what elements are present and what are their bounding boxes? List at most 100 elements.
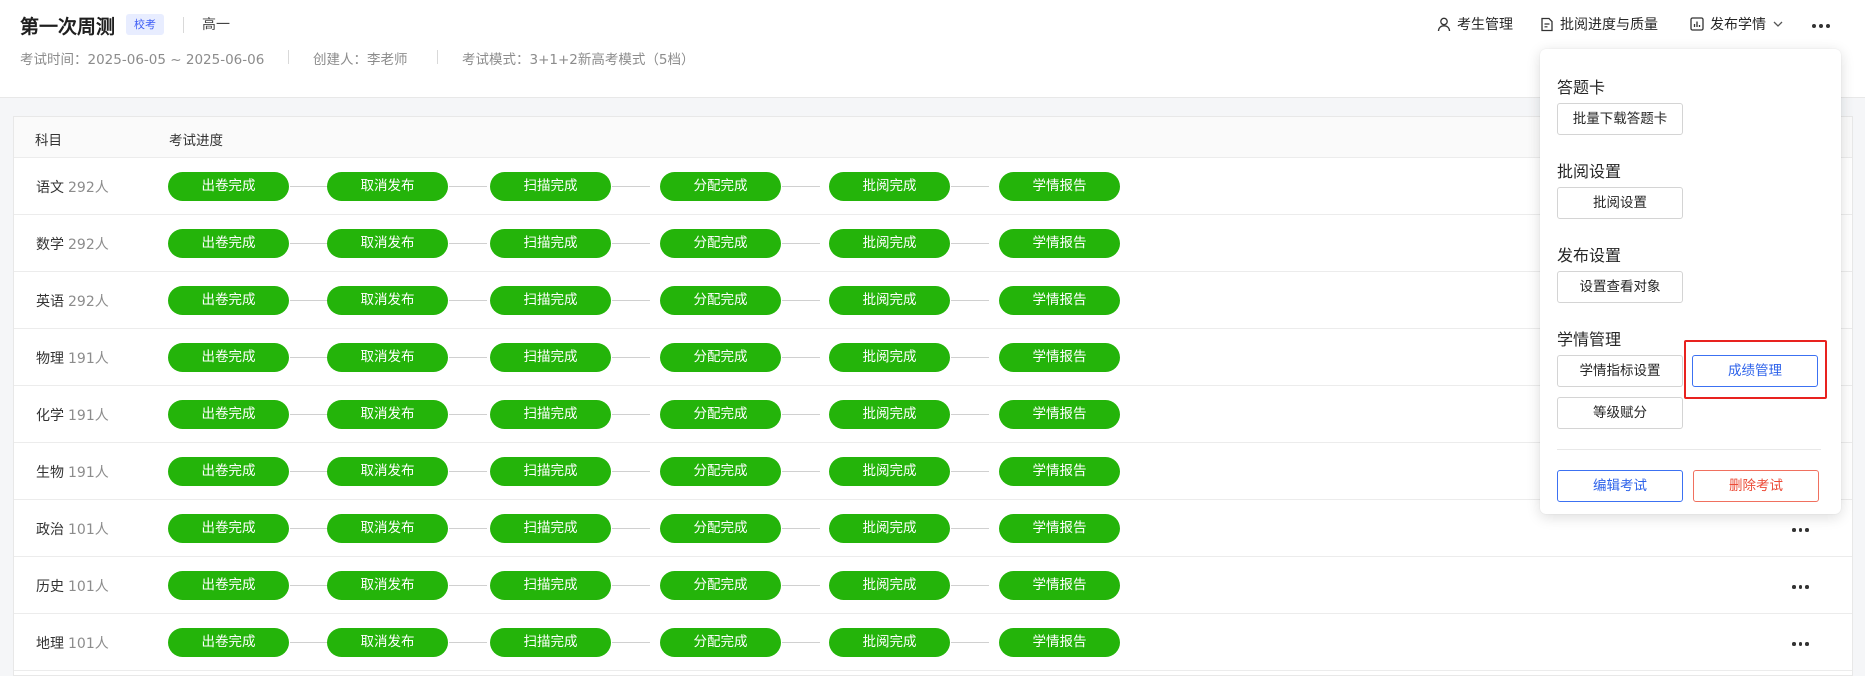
stage-connector [290, 642, 328, 643]
stage-connector [782, 186, 820, 187]
stage-status-pill[interactable]: 批阅完成 [829, 628, 950, 657]
stage-status-pill[interactable]: 学情报告 [999, 172, 1120, 201]
stage-status-pill[interactable]: 出卷完成 [168, 343, 289, 372]
stage-status-pill[interactable]: 取消发布 [327, 229, 448, 258]
subject-name: 历史 [36, 579, 64, 595]
stage-status-pill[interactable]: 学情报告 [999, 571, 1120, 600]
stage-connector [449, 186, 487, 187]
stage-status-pill[interactable]: 批阅完成 [829, 343, 950, 372]
stage-status-pill[interactable]: 批阅完成 [829, 514, 950, 543]
score-management-highlight [1684, 340, 1827, 399]
stage-status-pill[interactable]: 取消发布 [327, 628, 448, 657]
stage-status-pill[interactable]: 扫描完成 [490, 514, 611, 543]
stage-status-pill[interactable]: 出卷完成 [168, 229, 289, 258]
stage-status-pill[interactable]: 出卷完成 [168, 514, 289, 543]
stage-status-pill[interactable]: 分配完成 [660, 343, 781, 372]
review-progress-button[interactable]: 批阅进度与质量 [1540, 14, 1658, 34]
stage-status-pill[interactable]: 批阅完成 [829, 400, 950, 429]
batch-download-answer-card-button[interactable]: 批量下载答题卡 [1557, 103, 1683, 135]
subject-name: 语文 [36, 180, 64, 196]
subject-cell: 地理 101人 [36, 633, 109, 653]
stage-status-pill[interactable]: 批阅完成 [829, 172, 950, 201]
stage-status-pill[interactable]: 取消发布 [327, 457, 448, 486]
stage-status-pill[interactable]: 出卷完成 [168, 628, 289, 657]
stage-status-pill[interactable]: 出卷完成 [168, 571, 289, 600]
stage-status-pill[interactable]: 批阅完成 [829, 229, 950, 258]
student-management-button[interactable]: 考生管理 [1437, 14, 1513, 34]
stage-connector [290, 243, 328, 244]
column-header-progress: 考试进度 [169, 133, 223, 149]
stage-status-pill[interactable]: 学情报告 [999, 628, 1120, 657]
row-more-icon[interactable] [1792, 528, 1810, 532]
stage-status-pill[interactable]: 出卷完成 [168, 286, 289, 315]
stage-connector [449, 585, 487, 586]
section-title-answer-card: 答题卡 [1557, 78, 1606, 97]
stage-status-pill[interactable]: 取消发布 [327, 172, 448, 201]
exam-mode: 考试模式：3+1+2新高考模式（5档） [462, 52, 695, 68]
publish-report-button[interactable]: 发布学情 [1690, 14, 1784, 34]
student-management-label: 考生管理 [1457, 17, 1513, 33]
stage-connector [612, 642, 650, 643]
delete-exam-button[interactable]: 删除考试 [1693, 470, 1819, 502]
row-more-icon[interactable] [1792, 585, 1810, 589]
edit-exam-button[interactable]: 编辑考试 [1557, 470, 1683, 502]
stage-status-pill[interactable]: 取消发布 [327, 286, 448, 315]
subject-cell: 历史 101人 [36, 576, 109, 596]
grade-label: 高一 [202, 17, 230, 33]
stage-status-pill[interactable]: 学情报告 [999, 229, 1120, 258]
stage-status-pill[interactable]: 出卷完成 [168, 400, 289, 429]
row-more-icon[interactable] [1792, 642, 1810, 646]
stage-status-pill[interactable]: 出卷完成 [168, 457, 289, 486]
stage-status-pill[interactable]: 学情报告 [999, 400, 1120, 429]
grade-assignment-button[interactable]: 等级赋分 [1557, 397, 1683, 429]
stage-status-pill[interactable]: 分配完成 [660, 172, 781, 201]
stage-status-pill[interactable]: 分配完成 [660, 229, 781, 258]
analytics-indicator-settings-button[interactable]: 学情指标设置 [1557, 355, 1683, 387]
stage-status-pill[interactable]: 扫描完成 [490, 457, 611, 486]
stage-connector [449, 528, 487, 529]
stage-status-pill[interactable]: 批阅完成 [829, 571, 950, 600]
stage-status-pill[interactable]: 扫描完成 [490, 286, 611, 315]
student-count: 101人 [68, 579, 109, 595]
stage-status-pill[interactable]: 批阅完成 [829, 457, 950, 486]
stage-connector [782, 300, 820, 301]
stage-status-pill[interactable]: 出卷完成 [168, 172, 289, 201]
set-viewers-button[interactable]: 设置查看对象 [1557, 271, 1683, 303]
stage-status-pill[interactable]: 取消发布 [327, 400, 448, 429]
stage-connector [449, 642, 487, 643]
person-icon [1437, 17, 1451, 32]
stage-status-pill[interactable]: 分配完成 [660, 400, 781, 429]
stage-status-pill[interactable]: 分配完成 [660, 286, 781, 315]
stage-status-pill[interactable]: 学情报告 [999, 286, 1120, 315]
review-settings-button[interactable]: 批阅设置 [1557, 187, 1683, 219]
stage-status-pill[interactable]: 取消发布 [327, 343, 448, 372]
stage-status-pill[interactable]: 学情报告 [999, 457, 1120, 486]
stage-status-pill[interactable]: 学情报告 [999, 343, 1120, 372]
subject-cell: 化学 191人 [36, 405, 109, 425]
subject-name: 生物 [36, 465, 64, 481]
stage-status-pill[interactable]: 分配完成 [660, 457, 781, 486]
stage-connector [612, 186, 650, 187]
stage-status-pill[interactable]: 扫描完成 [490, 400, 611, 429]
stage-status-pill[interactable]: 分配完成 [660, 628, 781, 657]
stage-status-pill[interactable]: 扫描完成 [490, 229, 611, 258]
stage-status-pill[interactable]: 批阅完成 [829, 286, 950, 315]
stage-status-pill[interactable]: 取消发布 [327, 571, 448, 600]
subject-cell: 物理 191人 [36, 348, 109, 368]
stage-status-pill[interactable]: 分配完成 [660, 514, 781, 543]
more-icon[interactable] [1812, 24, 1832, 30]
stage-connector [782, 471, 820, 472]
subject-cell: 政治 101人 [36, 519, 109, 539]
stage-connector [612, 585, 650, 586]
stage-status-pill[interactable]: 扫描完成 [490, 343, 611, 372]
divider [288, 50, 289, 64]
stage-status-pill[interactable]: 扫描完成 [490, 628, 611, 657]
stage-connector [290, 585, 328, 586]
stage-status-pill[interactable]: 学情报告 [999, 514, 1120, 543]
student-count: 191人 [68, 465, 109, 481]
stage-status-pill[interactable]: 取消发布 [327, 514, 448, 543]
stage-status-pill[interactable]: 扫描完成 [490, 571, 611, 600]
stage-status-pill[interactable]: 分配完成 [660, 571, 781, 600]
more-actions-dropdown: 答题卡 批量下载答题卡 批阅设置 批阅设置 发布设置 设置查看对象 学情管理 学… [1540, 49, 1841, 514]
stage-status-pill[interactable]: 扫描完成 [490, 172, 611, 201]
